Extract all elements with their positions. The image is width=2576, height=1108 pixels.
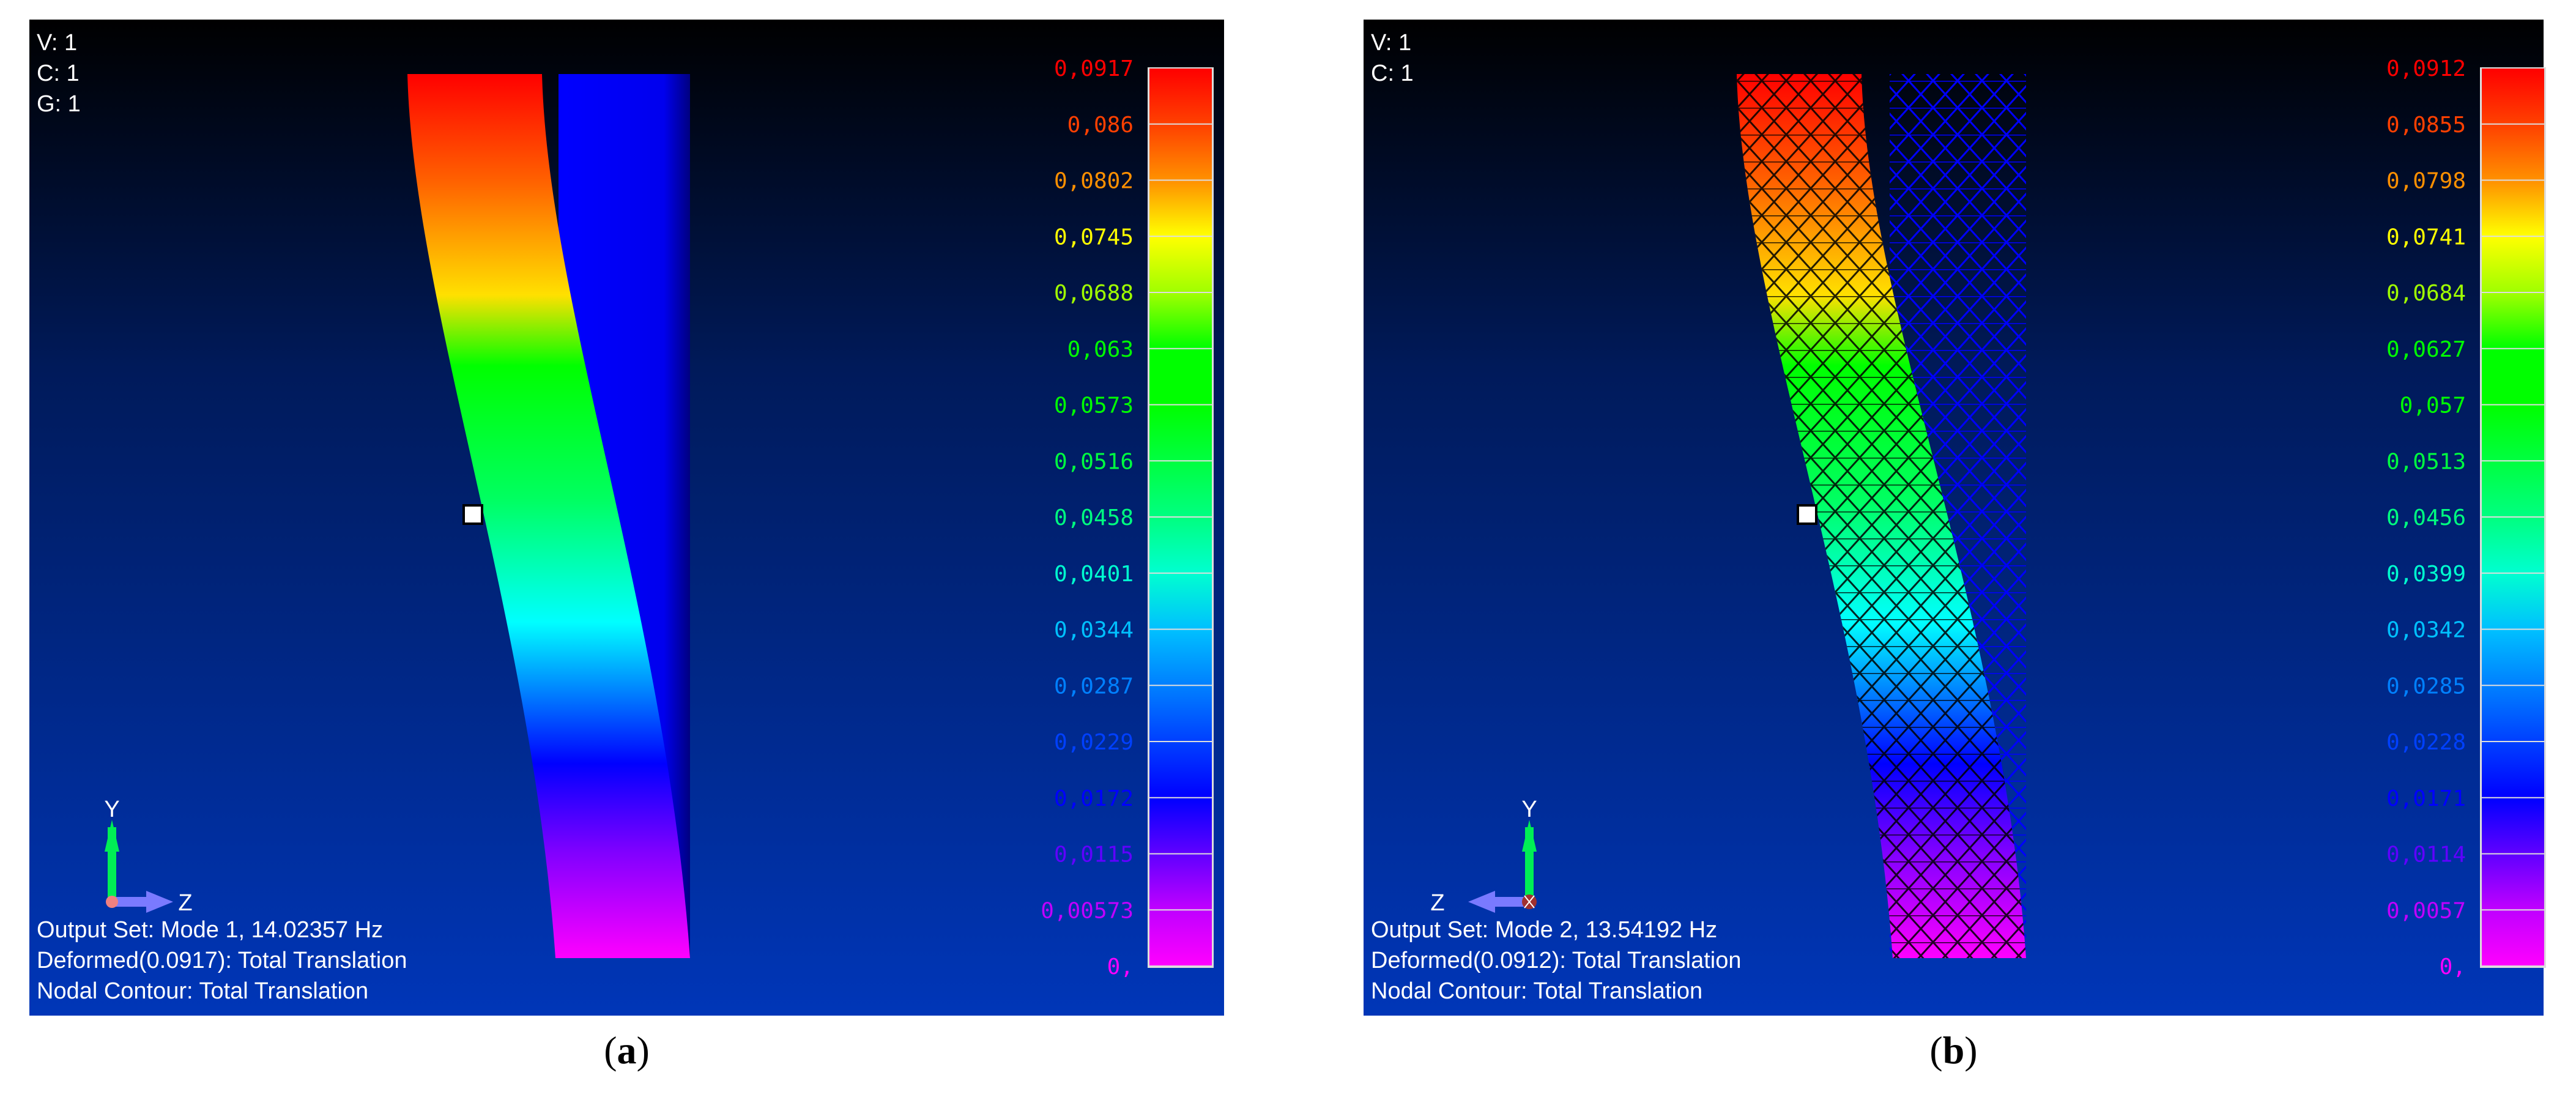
- legend-color-band: [1149, 573, 1212, 629]
- legend-value-label: 0,0171: [2386, 786, 2466, 811]
- legend-value-label: 0,0688: [1054, 281, 1134, 306]
- y-axis-label: Y: [104, 797, 119, 822]
- legend-value-label: 0,0798: [2386, 169, 2466, 194]
- legend-value-label: 0,063: [1067, 337, 1134, 362]
- status-line-0: Output Set: Mode 1, 14.02357 Hz: [37, 917, 383, 943]
- legend-color-band: [2482, 518, 2544, 573]
- legend-value-label: 0,0684: [2386, 281, 2466, 306]
- legend-value-label: 0,057: [2400, 393, 2466, 418]
- caption-close: ): [1964, 1028, 1977, 1072]
- legend-color-band: [2482, 798, 2544, 853]
- legend-color-band: [1149, 910, 1212, 965]
- status-line-1: Deformed(0.0912): Total Translation: [1371, 948, 1742, 973]
- corner-info-0: V: 1: [1371, 30, 1411, 56]
- legend-value-label: 0,0344: [1054, 618, 1134, 643]
- node-marker-icon: [462, 504, 483, 525]
- caption-letter: a: [617, 1028, 637, 1072]
- legend-color-band: [2482, 405, 2544, 461]
- status-line-2: Nodal Contour: Total Translation: [1371, 978, 1702, 1004]
- legend-value-label: 0,00573: [1041, 898, 1134, 923]
- legend-value-label: 0,0627: [2386, 337, 2466, 362]
- viewport-panel-a[interactable]: V: 1 C: 1 G: 1 Y ZOutput Set: Mode 1, 14.023…: [29, 20, 1224, 1016]
- legend-value-label: 0,0285: [2386, 674, 2466, 699]
- legend-color-band: [2482, 742, 2544, 797]
- panel-caption-b: (b): [1929, 1028, 1977, 1072]
- legend-value-label: 0,0855: [2386, 113, 2466, 138]
- legend-value-label: 0,0745: [1054, 225, 1134, 250]
- panel-caption-a: (a): [604, 1028, 650, 1072]
- legend-color-band: [1149, 293, 1212, 348]
- legend-value-label: 0,0802: [1054, 169, 1134, 194]
- legend-color-band: [2482, 293, 2544, 348]
- legend-color-band: [1149, 630, 1212, 685]
- status-line-0: Output Set: Mode 2, 13.54192 Hz: [1371, 917, 1717, 943]
- legend-value-label: 0,0917: [1054, 56, 1134, 81]
- legend-value-label: 0,0401: [1054, 562, 1134, 587]
- legend-value-label: 0,: [1107, 954, 1134, 980]
- legend-color-band: [2482, 349, 2544, 404]
- legend-color-band: [1149, 405, 1212, 461]
- viewport-panel-b[interactable]: V: 1 C: 1 Y ZOutput Set: Mode 2, 13.54192 H…: [1364, 20, 2546, 1016]
- caption-letter: b: [1943, 1028, 1965, 1072]
- legend-color-band: [1149, 124, 1212, 180]
- caption-open: (: [604, 1028, 617, 1072]
- y-axis-label: Y: [1521, 797, 1537, 822]
- legend-color-band: [2482, 686, 2544, 741]
- legend-color-band: [1149, 349, 1212, 404]
- status-line-2: Nodal Contour: Total Translation: [37, 978, 368, 1004]
- corner-info-2: G: 1: [37, 91, 81, 117]
- legend-color-band: [1149, 461, 1212, 516]
- legend-value-label: 0,0741: [2386, 225, 2466, 250]
- legend-color-band: [1149, 69, 1212, 124]
- legend-color-band: [2482, 573, 2544, 629]
- legend-color-band: [1149, 686, 1212, 741]
- corner-info-0: V: 1: [37, 30, 77, 56]
- legend-value-label: 0,086: [1067, 113, 1134, 138]
- legend-value-label: 0,0399: [2386, 562, 2466, 587]
- legend-color-band: [1149, 237, 1212, 292]
- legend-value-label: 0,0342: [2386, 618, 2466, 643]
- legend-value-label: 0,0912: [2386, 56, 2466, 81]
- legend-value-label: 0,0114: [2386, 842, 2466, 868]
- node-marker-icon: [1797, 504, 1817, 525]
- legend-color-band: [2482, 180, 2544, 236]
- legend-value-label: 0,0228: [2386, 730, 2466, 755]
- legend-value-label: 0,0516: [1054, 449, 1134, 474]
- z-axis-label: Z: [1430, 890, 1444, 916]
- caption-open: (: [1929, 1028, 1942, 1072]
- legend-color-band: [2482, 124, 2544, 180]
- legend-value-label: 0,0287: [1054, 674, 1134, 699]
- legend-value-label: 0,0172: [1054, 786, 1134, 811]
- legend-value-label: 0,: [2440, 954, 2466, 980]
- legend-value-label: 0,0115: [1054, 842, 1134, 868]
- legend-value-label: 0,0229: [1054, 730, 1134, 755]
- legend-color-band: [1149, 742, 1212, 797]
- legend-color-band: [2482, 69, 2544, 124]
- corner-info-1: C: 1: [1371, 61, 1414, 86]
- corner-info-1: C: 1: [37, 61, 80, 86]
- legend-value-label: 0,0573: [1054, 393, 1134, 418]
- legend-color-band: [1149, 854, 1212, 910]
- status-line-1: Deformed(0.0917): Total Translation: [37, 948, 407, 973]
- legend-color-band: [1149, 180, 1212, 236]
- legend-color-band: [2482, 910, 2544, 965]
- x-axis-origin-icon: [106, 896, 118, 908]
- legend-color-band: [2482, 237, 2544, 292]
- legend-value-label: 0,0513: [2386, 449, 2466, 474]
- figure: V: 1C: 1G: 1YZOutput Set: Mode 1, 14.023…: [29, 20, 2546, 1072]
- legend-color-band: [2482, 461, 2544, 516]
- legend-color-band: [1149, 518, 1212, 573]
- legend-color-band: [2482, 630, 2544, 685]
- caption-close: ): [637, 1028, 650, 1072]
- legend-value-label: 0,0458: [1054, 505, 1134, 530]
- legend-value-label: 0,0057: [2386, 898, 2466, 923]
- legend-color-band: [1149, 798, 1212, 853]
- z-axis-label: Z: [178, 890, 192, 916]
- legend-value-label: 0,0456: [2386, 505, 2466, 530]
- legend-color-band: [2482, 854, 2544, 910]
